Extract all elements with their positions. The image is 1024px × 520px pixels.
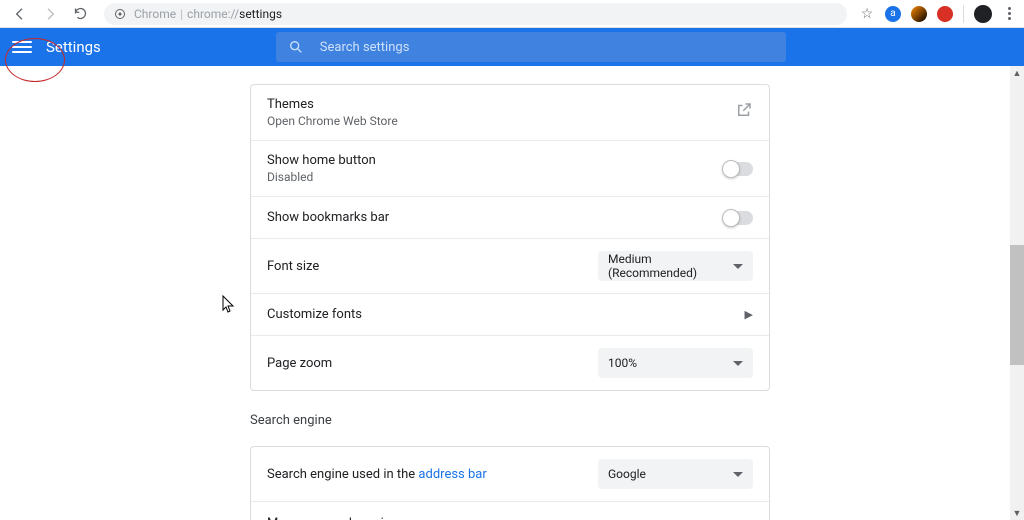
page-zoom-select[interactable]: 100% (598, 348, 753, 378)
search-engine-card: Search engine used in the address bar Go… (250, 446, 770, 520)
themes-label: Themes (267, 97, 398, 112)
hamburger-menu-icon[interactable] (12, 41, 32, 53)
back-button[interactable] (8, 2, 32, 26)
chrome-menu-icon[interactable] (1002, 7, 1016, 20)
profile-avatar[interactable] (974, 5, 992, 23)
chevron-right-icon: ▶ (745, 308, 753, 321)
page-zoom-row: Page zoom 100% (251, 336, 769, 390)
extension-icon-1[interactable]: a (885, 6, 901, 22)
search-engine-value: Google (608, 467, 646, 481)
bookmarks-bar-label: Show bookmarks bar (267, 210, 389, 225)
manage-search-engines-row[interactable]: Manage search engines ▶ (251, 502, 769, 520)
page-zoom-value: 100% (608, 356, 637, 370)
font-size-label: Font size (267, 259, 319, 274)
search-engine-used-row: Search engine used in the address bar Go… (251, 447, 769, 502)
themes-sub: Open Chrome Web Store (267, 114, 398, 128)
bookmarks-bar-toggle[interactable] (723, 211, 753, 225)
scrollbar-thumb[interactable] (1010, 245, 1024, 365)
forward-button[interactable] (38, 2, 62, 26)
dropdown-caret-icon (733, 361, 743, 366)
search-engine-select[interactable]: Google (598, 459, 753, 489)
home-button-row: Show home button Disabled (251, 141, 769, 197)
scroll-up-button[interactable]: ▲ (1010, 66, 1024, 80)
extension-icon-2[interactable] (911, 6, 927, 22)
search-engine-used-label: Search engine used in the address bar (267, 467, 487, 482)
external-link-icon (735, 101, 753, 124)
bookmarks-bar-row: Show bookmarks bar (251, 197, 769, 239)
dropdown-caret-icon (733, 472, 743, 477)
customize-fonts-row[interactable]: Customize fonts ▶ (251, 294, 769, 336)
font-size-value: Medium (Recommended) (608, 252, 733, 280)
font-size-row: Font size Medium (Recommended) (251, 239, 769, 294)
url-origin-label: Chrome (134, 7, 176, 21)
search-engine-section-label: Search engine (250, 413, 770, 428)
url-path: settings (239, 7, 282, 21)
page-title: Settings (46, 38, 101, 56)
page-zoom-label: Page zoom (267, 356, 332, 371)
extension-icon-3[interactable] (937, 6, 953, 22)
customize-fonts-label: Customize fonts (267, 307, 362, 322)
manage-search-engines-label: Manage search engines (267, 516, 405, 520)
font-size-select[interactable]: Medium (Recommended) (598, 251, 753, 281)
search-placeholder: Search settings (320, 40, 410, 55)
chevron-right-icon: ▶ (745, 517, 753, 520)
settings-header: Settings Search settings (0, 28, 1024, 66)
browser-toolbar: Chrome | chrome://settings ☆ a (0, 0, 1024, 28)
search-settings-input[interactable]: Search settings (276, 32, 786, 62)
home-button-sub: Disabled (267, 170, 376, 184)
address-bar[interactable]: Chrome | chrome://settings (104, 3, 847, 25)
home-button-label: Show home button (267, 153, 376, 168)
dropdown-caret-icon (733, 264, 743, 269)
appearance-card: Themes Open Chrome Web Store Show home b… (250, 84, 770, 391)
url-prefix: chrome:// (187, 7, 239, 21)
toolbar-divider (963, 5, 964, 23)
toolbar-extensions: ☆ a (859, 5, 1016, 23)
home-button-toggle[interactable] (723, 162, 753, 176)
bookmark-star-icon[interactable]: ☆ (859, 6, 875, 22)
scroll-down-button[interactable]: ▼ (1010, 506, 1024, 520)
reload-button[interactable] (68, 2, 92, 26)
address-bar-link[interactable]: address bar (418, 467, 486, 482)
themes-row[interactable]: Themes Open Chrome Web Store (251, 85, 769, 141)
settings-content: Themes Open Chrome Web Store Show home b… (0, 66, 1024, 520)
